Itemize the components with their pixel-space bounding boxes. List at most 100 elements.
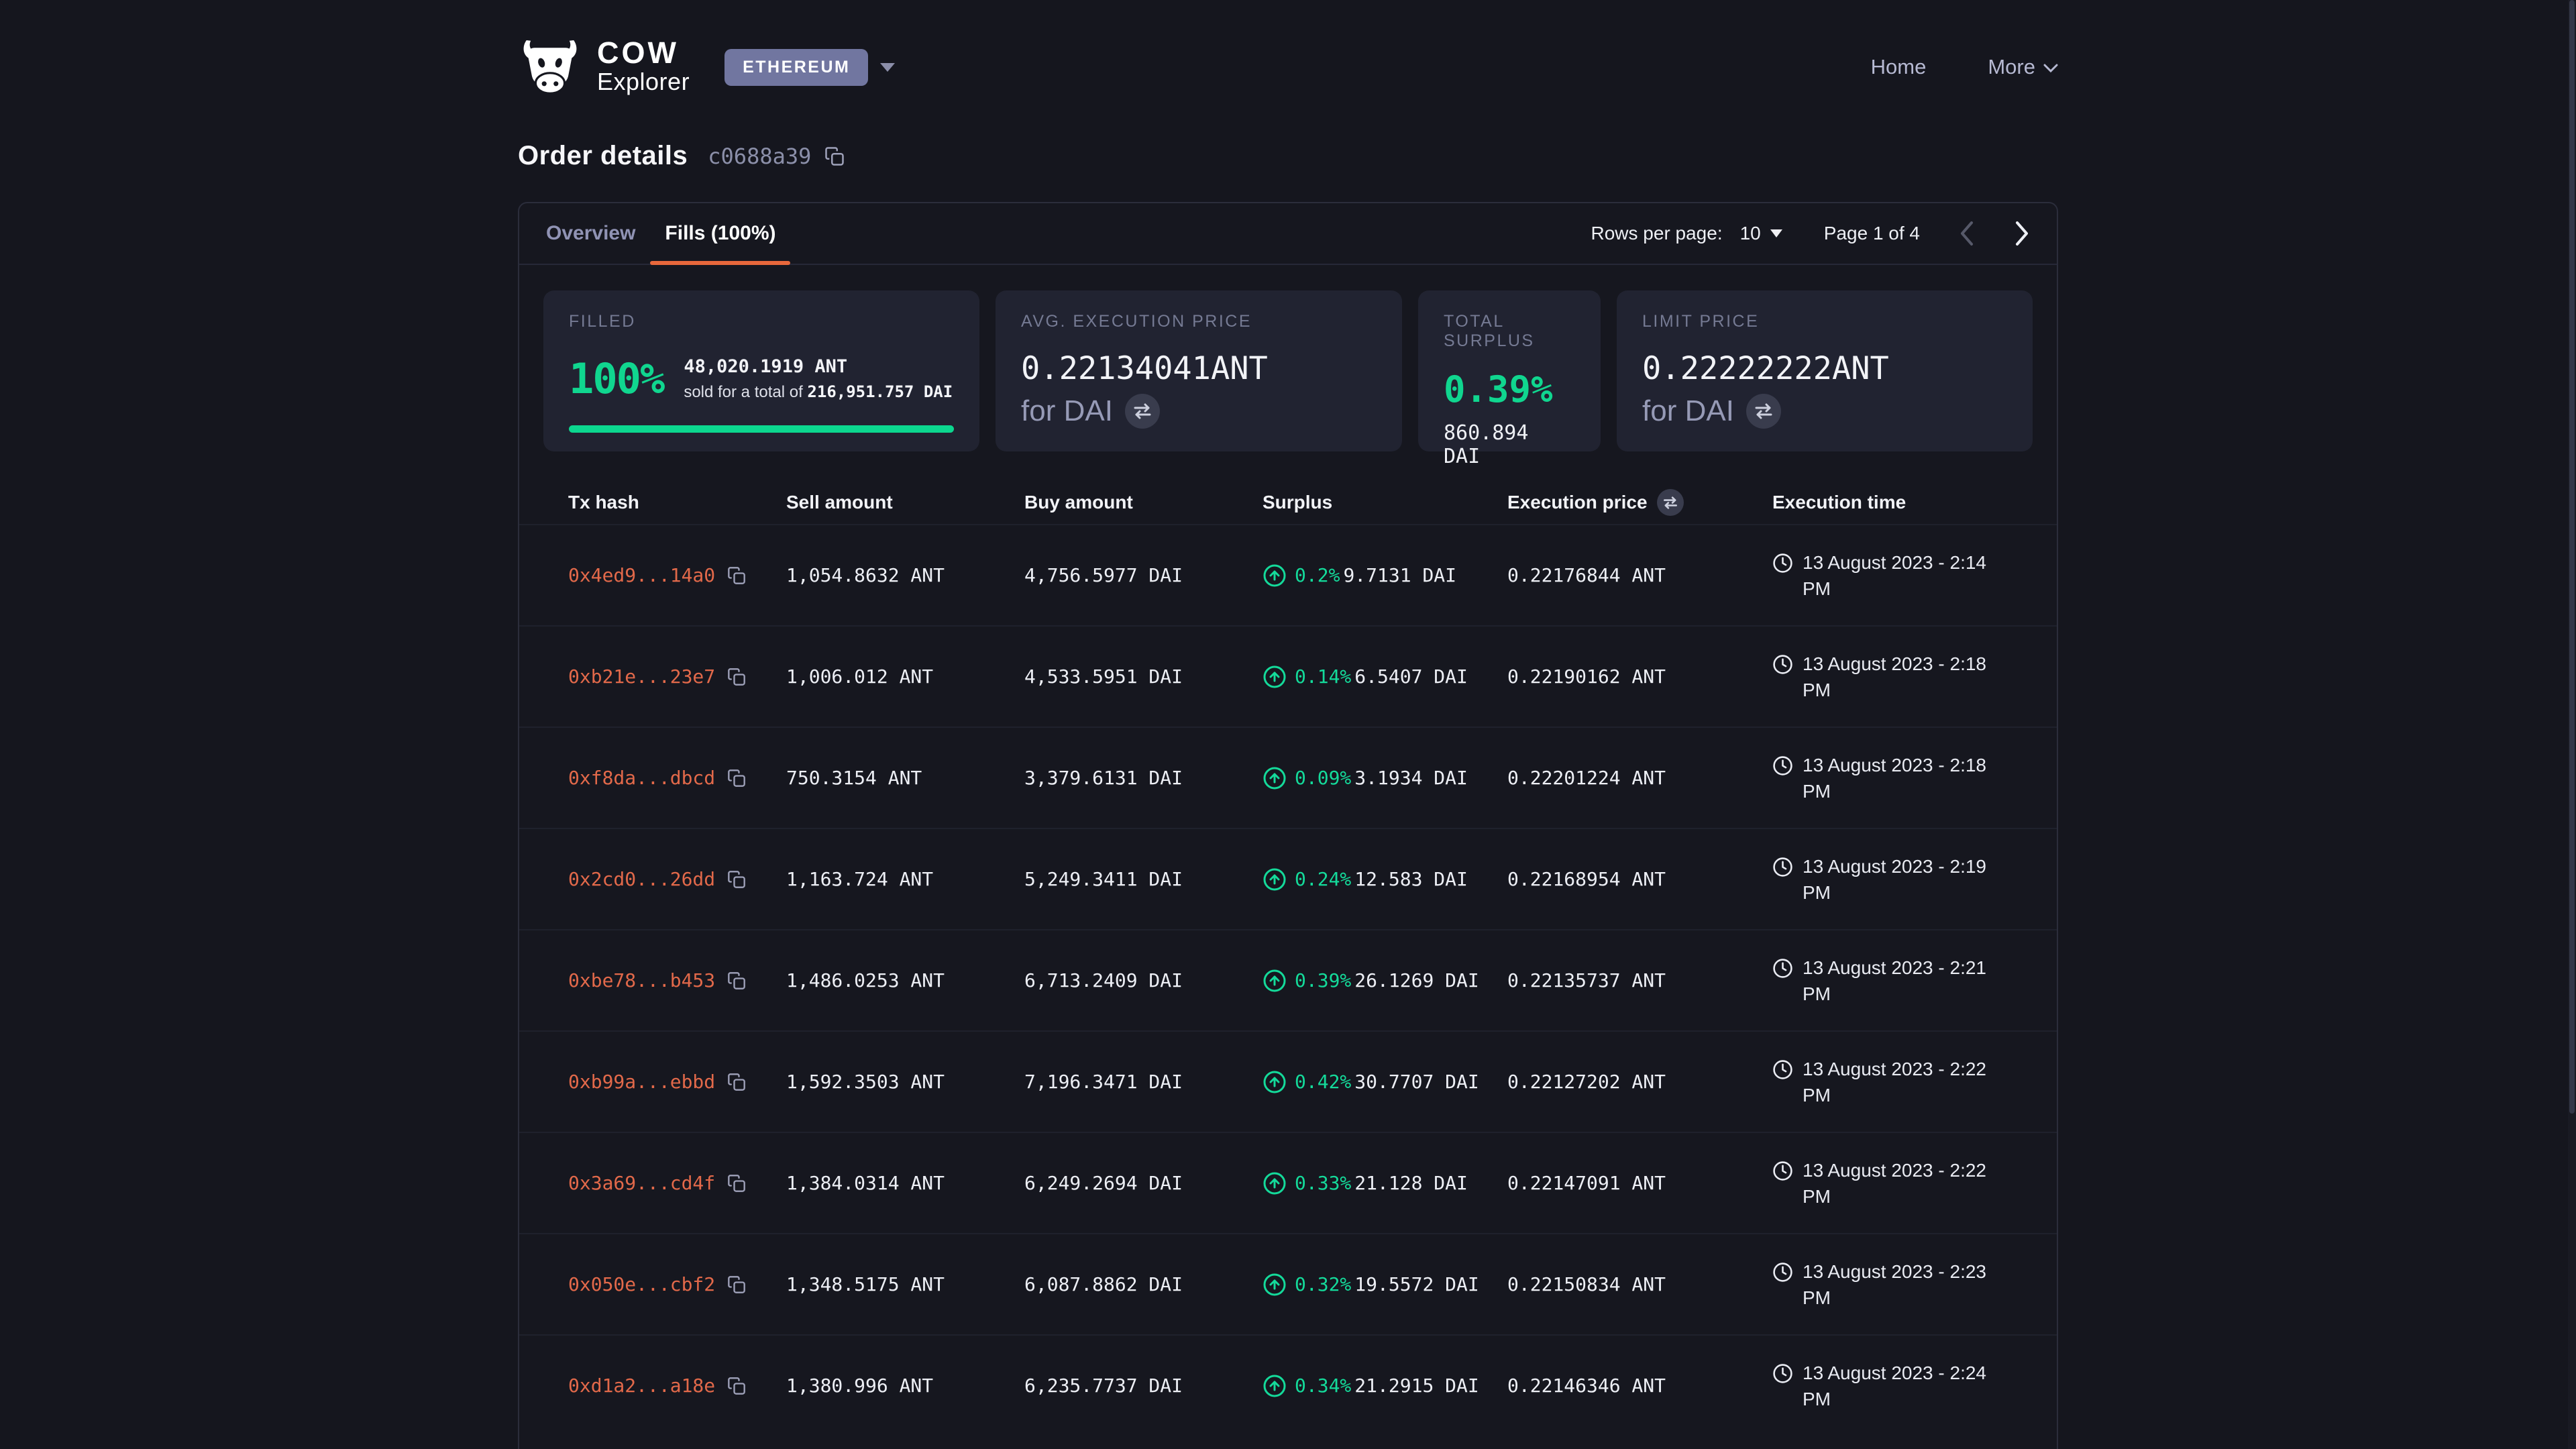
cow-explorer-logo[interactable]: COW Explorer [518,38,690,96]
column-header-surplus: Surplus [1263,492,1507,513]
tx-hash-cell: 0xbe78...b453 [568,969,786,991]
tx-hash-link[interactable]: 0xf8da...dbcd [568,767,715,789]
tx-hash-link[interactable]: 0x3a69...cd4f [568,1172,715,1194]
next-page-button[interactable] [2014,221,2030,246]
tx-hash-cell: 0xf8da...dbcd [568,767,786,789]
page-title: Order details [518,141,688,171]
execution-time-text: 13 August 2023 - 2:22 PM [1803,1157,1986,1210]
sell-amount-cell: 1,592.3503 ANT [786,1071,1024,1093]
filled-progress-bar [569,425,954,433]
sell-amount-cell: 1,006.012 ANT [786,665,1024,688]
nav-link-more[interactable]: More [1988,55,2058,79]
tab-overview[interactable]: Overview [531,203,650,264]
tx-hash-link[interactable]: 0x050e...cbf2 [568,1273,715,1295]
copy-tx-hash-icon[interactable] [727,1377,746,1395]
surplus-cell: 0.2% 9.7131 DAI [1263,564,1507,588]
clock-icon [1772,958,1793,979]
filled-sold-total: sold for a total of 216,951.757 DAI [684,382,953,402]
execution-time-cell: 13 August 2023 - 2:24 PM [1772,1360,2038,1412]
clock-icon [1772,857,1793,877]
execution-time-cell: 13 August 2023 - 2:22 PM [1772,1056,2038,1108]
copy-tx-hash-icon[interactable] [727,1174,746,1193]
buy-amount-cell: 6,249.2694 DAI [1024,1172,1263,1194]
copy-order-id-icon[interactable] [824,146,845,166]
tx-hash-cell: 0xd1a2...a18e [568,1375,786,1397]
execution-price-cell: 0.22127202 ANT [1507,1071,1772,1093]
table-row: 0xb21e...23e7 1,006.012 ANT 4,533.5951 D… [519,625,2057,727]
execution-price-cell: 0.22150834 ANT [1507,1273,1772,1295]
copy-tx-hash-icon[interactable] [727,769,746,788]
network-selector-badge[interactable]: ETHEREUM [724,49,868,86]
arrow-up-circle-icon [1263,1171,1287,1195]
buy-amount-cell: 6,087.8862 DAI [1024,1273,1263,1295]
surplus-amount: 6.5407 DAI [1354,665,1468,688]
tab-fills[interactable]: Fills (100%) [650,203,790,264]
total-surplus-label: TOTAL SURPLUS [1444,312,1575,351]
sell-amount-cell: 1,384.0314 ANT [786,1172,1024,1194]
invert-price-icon[interactable] [1125,394,1160,429]
clock-icon [1772,1161,1793,1181]
clock-icon [1772,654,1793,675]
tx-hash-link[interactable]: 0xb99a...ebbd [568,1071,715,1093]
surplus-cell: 0.42% 30.7707 DAI [1263,1070,1507,1094]
invert-price-icon[interactable] [1657,489,1684,516]
fills-table: Tx hash Sell amount Buy amount Surplus E… [519,481,2057,1436]
arrow-up-circle-icon [1263,1273,1287,1297]
summary-stats-row: FILLED 100% 48,020.1919 ANT sold for a t… [519,265,2057,451]
surplus-amount: 9.7131 DAI [1343,564,1456,586]
surplus-percent: 0.24% [1295,868,1351,890]
scrollbar-thumb[interactable] [2569,0,2575,1114]
copy-tx-hash-icon[interactable] [727,1275,746,1294]
sell-amount-cell: 1,380.996 ANT [786,1375,1024,1397]
copy-tx-hash-icon[interactable] [727,971,746,990]
table-body: 0x4ed9...14a0 1,054.8632 ANT 4,756.5977 … [519,524,2057,1436]
rows-per-page-select[interactable]: 10 [1740,223,1782,244]
logo-wordmark: COW Explorer [597,38,690,96]
previous-page-button[interactable] [1959,221,1975,246]
execution-time-cell: 13 August 2023 - 2:23 PM [1772,1258,2038,1311]
copy-tx-hash-icon[interactable] [727,566,746,585]
tx-hash-link[interactable]: 0x4ed9...14a0 [568,564,715,586]
execution-price-cell: 0.22190162 ANT [1507,665,1772,688]
column-header-buy-amount: Buy amount [1024,492,1263,513]
surplus-amount: 12.583 DAI [1354,868,1468,890]
limit-price-unit: for DAI [1642,394,1734,428]
table-row: 0x050e...cbf2 1,348.5175 ANT 6,087.8862 … [519,1233,2057,1334]
execution-time-text: 13 August 2023 - 2:14 PM [1803,549,1986,602]
limit-price-card: LIMIT PRICE 0.22222222ANT for DAI [1617,290,2033,451]
tx-hash-link[interactable]: 0xb21e...23e7 [568,665,715,688]
execution-time-cell: 13 August 2023 - 2:21 PM [1772,955,2038,1007]
execution-price-cell: 0.22146346 ANT [1507,1375,1772,1397]
surplus-percent: 0.33% [1295,1172,1351,1194]
surplus-percent: 0.39% [1295,969,1351,991]
sell-amount-cell: 1,163.724 ANT [786,868,1024,890]
surplus-percent: 0.2% [1295,564,1340,586]
tx-hash-link[interactable]: 0x2cd0...26dd [568,868,715,890]
vertical-scrollbar[interactable] [2568,0,2576,1449]
tx-hash-link[interactable]: 0xd1a2...a18e [568,1375,715,1397]
tx-hash-cell: 0x4ed9...14a0 [568,564,786,586]
invert-price-icon[interactable] [1746,394,1781,429]
cow-head-icon [518,39,582,95]
execution-time-cell: 13 August 2023 - 2:18 PM [1772,752,2038,804]
copy-tx-hash-icon[interactable] [727,870,746,889]
total-surplus-amount: 860.894 DAI [1444,421,1575,468]
execution-price-cell: 0.22201224 ANT [1507,767,1772,789]
clock-icon [1772,1363,1793,1384]
buy-amount-cell: 5,249.3411 DAI [1024,868,1263,890]
tx-hash-link[interactable]: 0xbe78...b453 [568,969,715,991]
surplus-percent: 0.34% [1295,1375,1351,1397]
execution-price-cell: 0.22147091 ANT [1507,1172,1772,1194]
filled-percent: 100% [569,354,663,403]
page-container: COW Explorer ETHEREUM Home More Order de… [518,0,2058,1449]
surplus-cell: 0.39% 26.1269 DAI [1263,969,1507,993]
table-row: 0xf8da...dbcd 750.3154 ANT 3,379.6131 DA… [519,727,2057,828]
nav-link-home[interactable]: Home [1871,55,1927,79]
execution-price-cell: 0.22135737 ANT [1507,969,1772,991]
copy-tx-hash-icon[interactable] [727,1073,746,1091]
column-header-execution-time: Execution time [1772,492,2038,513]
copy-tx-hash-icon[interactable] [727,667,746,686]
surplus-cell: 0.24% 12.583 DAI [1263,867,1507,892]
column-header-tx-hash: Tx hash [568,492,786,513]
arrow-up-circle-icon [1263,564,1287,588]
